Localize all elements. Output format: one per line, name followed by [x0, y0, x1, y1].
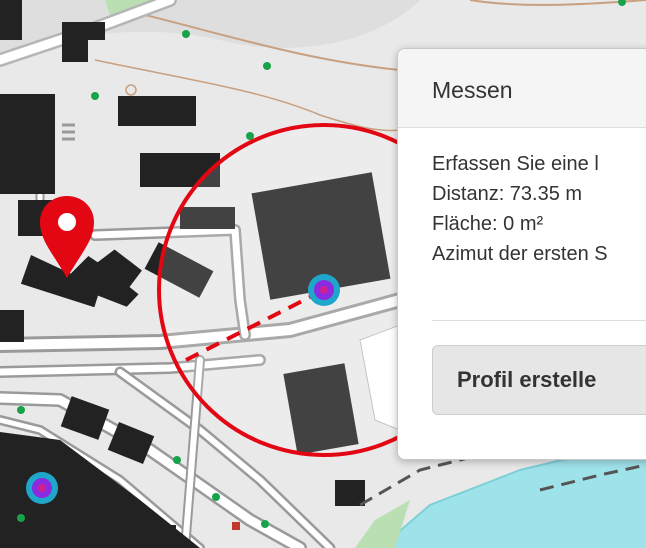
panel-body: Erfassen Sie eine l Distanz: 73.35 m Flä… — [432, 149, 646, 269]
measure-vertex[interactable] — [308, 274, 340, 306]
tree — [246, 132, 254, 140]
tree — [173, 456, 181, 464]
area-value: Fläche: 0 m² — [432, 213, 544, 235]
measure-vertex-second[interactable] — [26, 472, 58, 504]
building — [0, 310, 24, 342]
tree — [182, 30, 190, 38]
tree — [91, 92, 99, 100]
building — [335, 480, 365, 506]
tree — [17, 406, 25, 414]
panel-header: Messen — [398, 49, 646, 128]
tree — [17, 514, 25, 522]
panel-title: Messen — [432, 77, 513, 103]
map-app: Messen Erfassen Sie eine l Distanz: 73.3… — [0, 0, 646, 548]
measure-panel: Messen Erfassen Sie eine l Distanz: 73.3… — [397, 48, 646, 460]
building — [118, 96, 196, 126]
panel-divider — [432, 320, 646, 321]
create-profile-button[interactable]: Profil erstelle — [432, 345, 646, 415]
building — [0, 94, 55, 194]
tree — [212, 493, 220, 501]
vertex-center-icon — [38, 484, 46, 492]
small-marker — [232, 522, 240, 530]
instruction-text: Erfassen Sie eine l — [432, 153, 599, 175]
distance-value: Distanz: 73.35 m — [432, 183, 583, 205]
vertex-center-icon — [320, 286, 328, 294]
tree — [261, 520, 269, 528]
azimuth-value: Azimut der ersten S — [432, 243, 608, 265]
building — [0, 0, 22, 40]
tree — [263, 62, 271, 70]
building — [150, 525, 176, 548]
